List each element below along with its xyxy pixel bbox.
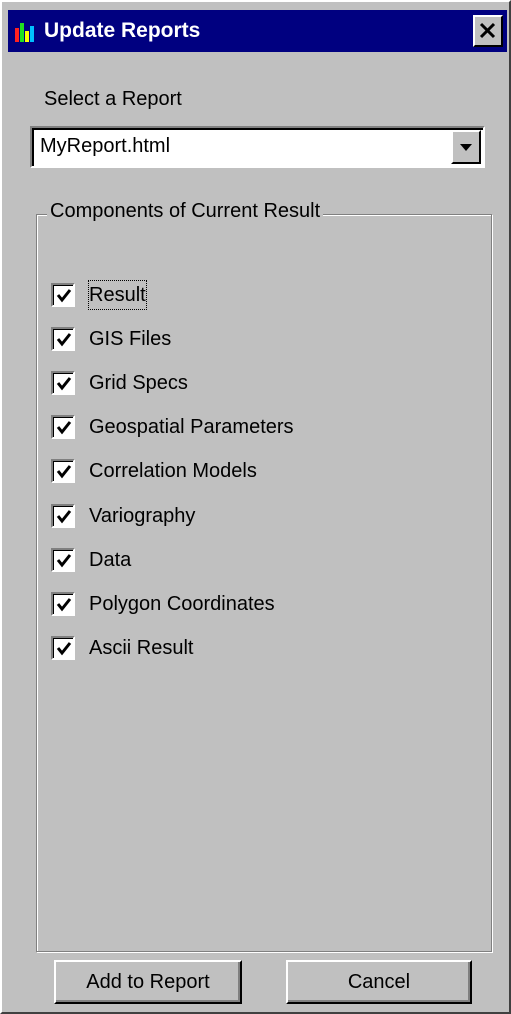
checkbox-box[interactable]	[51, 636, 75, 660]
title-bar[interactable]: Update Reports	[8, 10, 507, 52]
checkbox-box[interactable]	[51, 548, 75, 572]
chevron-down-icon	[460, 144, 472, 151]
checkmark-icon	[56, 333, 72, 347]
cancel-button[interactable]: Cancel	[286, 960, 472, 1004]
checkmark-icon	[56, 554, 72, 568]
components-legend: Components of Current Result	[47, 200, 324, 223]
checkmark-icon	[56, 421, 72, 435]
checkbox-label: Grid Specs	[89, 372, 188, 394]
checkbox-label: Geospatial Parameters	[89, 416, 294, 438]
report-select-dropdown-button[interactable]	[451, 130, 481, 164]
checkbox-box[interactable]	[51, 283, 75, 307]
checkbox-label: Variography	[89, 505, 196, 527]
checkbox-box[interactable]	[51, 459, 75, 483]
checkmark-icon	[56, 642, 72, 656]
checkbox-label: Ascii Result	[89, 637, 194, 659]
checkmark-icon	[56, 510, 72, 524]
checkmark-icon	[56, 377, 72, 391]
update-reports-dialog: Update Reports Select a Report MyReport.…	[0, 0, 511, 1014]
close-icon	[479, 22, 496, 39]
report-select[interactable]: MyReport.html	[30, 126, 485, 168]
checkmark-icon	[56, 289, 72, 303]
checkbox-box[interactable]	[51, 371, 75, 395]
window-title: Update Reports	[44, 19, 201, 42]
checkmark-icon	[56, 465, 72, 479]
checkbox-label: Result	[88, 280, 147, 310]
checkbox-label: Polygon Coordinates	[89, 593, 275, 615]
bar-chart-icon	[15, 23, 34, 42]
checkmark-icon	[56, 598, 72, 612]
close-button[interactable]	[473, 15, 503, 47]
checkbox-label: Correlation Models	[89, 460, 257, 482]
select-report-label: Select a Report	[44, 88, 182, 110]
report-select-value: MyReport.html	[40, 135, 171, 157]
checkbox-label: GIS Files	[89, 328, 172, 350]
checkbox-box[interactable]	[51, 415, 75, 439]
checkbox-box[interactable]	[51, 504, 75, 528]
components-groupbox: Components of Current Result Result GIS …	[36, 200, 492, 952]
checkbox-label: Data	[89, 549, 132, 571]
checkbox-box[interactable]	[51, 327, 75, 351]
add-to-report-button[interactable]: Add to Report	[54, 960, 242, 1004]
checkbox-box[interactable]	[51, 592, 75, 616]
